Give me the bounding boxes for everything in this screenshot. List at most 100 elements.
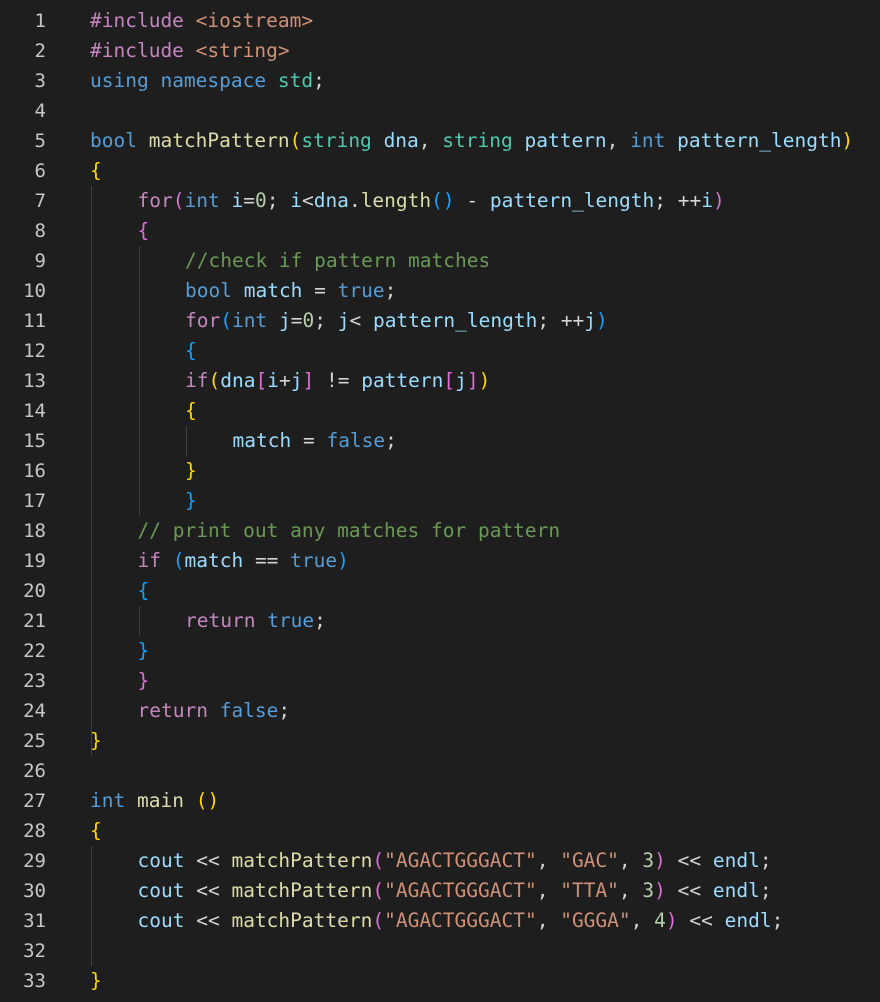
code-line[interactable]: 7 for(int i=0; i<dna.length() - pattern_l… bbox=[0, 186, 880, 216]
code-line[interactable]: 1 #include <iostream> bbox=[0, 6, 880, 36]
code-token: pattern bbox=[524, 129, 607, 152]
code-text: int main () bbox=[90, 786, 219, 816]
code-text: match = false; bbox=[233, 426, 397, 456]
code-line[interactable]: 18 // print out any matches for pattern bbox=[0, 516, 880, 546]
line-number: 9 bbox=[34, 250, 46, 272]
code-token: 3 bbox=[642, 879, 655, 902]
code-token: pattern_length bbox=[677, 129, 842, 152]
code-line[interactable]: 28 { bbox=[0, 816, 880, 846]
code-token: endl bbox=[712, 849, 760, 872]
code-text: bool matchPattern(string dna, string pat… bbox=[90, 126, 853, 156]
code-line[interactable]: 11 for(int j=0; j< pattern_length; ++j) bbox=[0, 306, 880, 336]
code-line[interactable]: 22} bbox=[0, 636, 880, 666]
code-token: i bbox=[701, 189, 713, 212]
code-line[interactable]: 25} bbox=[0, 726, 880, 756]
code-line[interactable]: 14 { bbox=[0, 396, 880, 426]
code-token: , bbox=[618, 849, 643, 872]
code-line[interactable]: 13 if(dna[i+j] != pattern[j]) bbox=[0, 366, 880, 396]
code-token: bool bbox=[90, 129, 137, 152]
code-line[interactable]: 16} bbox=[0, 456, 880, 486]
code-text: for(int i=0; i<dna.length() - pattern_le… bbox=[138, 186, 725, 216]
code-line[interactable]: 20 { bbox=[0, 576, 880, 606]
code-line[interactable]: 4 bbox=[0, 96, 880, 126]
code-token: cout bbox=[137, 909, 185, 932]
code-text: } bbox=[138, 636, 150, 666]
code-token: true bbox=[337, 279, 385, 302]
code-token: ( bbox=[372, 909, 385, 932]
code-line[interactable]: 29 cout << matchPattern("AGACTGGGACT", "G… bbox=[0, 846, 880, 876]
code-line[interactable]: 6{ bbox=[0, 156, 880, 186]
code-text: } bbox=[185, 456, 197, 486]
code-token: using bbox=[90, 69, 149, 92]
code-token: match bbox=[243, 279, 303, 302]
code-token: ) bbox=[654, 879, 666, 902]
code-token: ( bbox=[172, 189, 185, 212]
code-token: , bbox=[536, 909, 561, 932]
code-token: cout bbox=[137, 879, 185, 902]
line-number: 1 bbox=[34, 10, 46, 32]
code-line[interactable]: 19 if (match == true) bbox=[0, 546, 880, 576]
code-text: cout << matchPattern("AGACTGGGACT", "TTA… bbox=[138, 876, 772, 906]
code-token: matchPattern bbox=[231, 909, 373, 932]
code-line[interactable]: 30 cout << matchPattern("AGACTGGGACT", "T… bbox=[0, 876, 880, 906]
code-line[interactable]: 17} bbox=[0, 486, 880, 516]
code-line[interactable]: 10 bool match = true; bbox=[0, 276, 880, 306]
code-editor[interactable]: 1 #include <iostream> 2 #include <string> 3 u… bbox=[0, 6, 880, 996]
code-token: = bbox=[314, 279, 326, 302]
code-text: } bbox=[90, 726, 102, 756]
code-line[interactable]: 8{ bbox=[0, 216, 880, 246]
code-line[interactable]: 2 #include <string> bbox=[0, 36, 880, 66]
code-token: { bbox=[137, 579, 150, 602]
code-line[interactable]: 3 using namespace std; bbox=[0, 66, 880, 96]
code-line[interactable]: 12 { bbox=[0, 336, 880, 366]
code-token: int bbox=[630, 129, 666, 152]
code-token: ++ bbox=[560, 309, 585, 332]
code-line[interactable]: 32 bbox=[0, 936, 880, 966]
line-number: 30 bbox=[23, 880, 46, 902]
code-text: { bbox=[138, 216, 150, 246]
code-token: } bbox=[90, 729, 102, 752]
code-token: } bbox=[185, 459, 197, 482]
code-line[interactable]: 26 bbox=[0, 756, 880, 786]
code-token: ) bbox=[478, 369, 491, 392]
code-line[interactable]: 24 return false; bbox=[0, 696, 880, 726]
code-token: matchPattern bbox=[231, 849, 373, 872]
code-line[interactable]: 23} bbox=[0, 666, 880, 696]
code-line[interactable]: 5 bool matchPattern(string dna, string pa… bbox=[0, 126, 880, 156]
code-text: { bbox=[185, 336, 197, 366]
code-token: dna bbox=[313, 189, 349, 212]
code-token: , bbox=[418, 129, 443, 152]
code-text: { bbox=[185, 396, 197, 426]
code-line[interactable]: 15 match = false; bbox=[0, 426, 880, 456]
line-number: 2 bbox=[34, 40, 46, 62]
code-token: ++ bbox=[677, 189, 702, 212]
code-line[interactable]: 27 int main () bbox=[0, 786, 880, 816]
code-line[interactable]: 21 return true; bbox=[0, 606, 880, 636]
line-number: 23 bbox=[23, 670, 46, 692]
code-text: #include <string> bbox=[90, 36, 290, 66]
code-token: < bbox=[301, 189, 314, 212]
code-text: // print out any matches for pattern bbox=[138, 516, 561, 546]
code-token: ; bbox=[759, 849, 772, 872]
code-token: match bbox=[232, 429, 292, 452]
code-text: if (match == true) bbox=[138, 546, 349, 576]
code-token: j bbox=[278, 309, 291, 332]
line-number: 20 bbox=[23, 580, 46, 602]
code-text: } bbox=[90, 966, 102, 996]
code-line[interactable]: 9 //check if pattern matches bbox=[0, 246, 880, 276]
code-line[interactable]: 31 cout << matchPattern("AGACTGGGACT", "G… bbox=[0, 906, 880, 936]
code-line[interactable]: 33} bbox=[0, 966, 880, 996]
code-token: "TTA" bbox=[560, 879, 619, 902]
code-text: { bbox=[138, 576, 150, 606]
code-token: ] bbox=[302, 369, 315, 392]
